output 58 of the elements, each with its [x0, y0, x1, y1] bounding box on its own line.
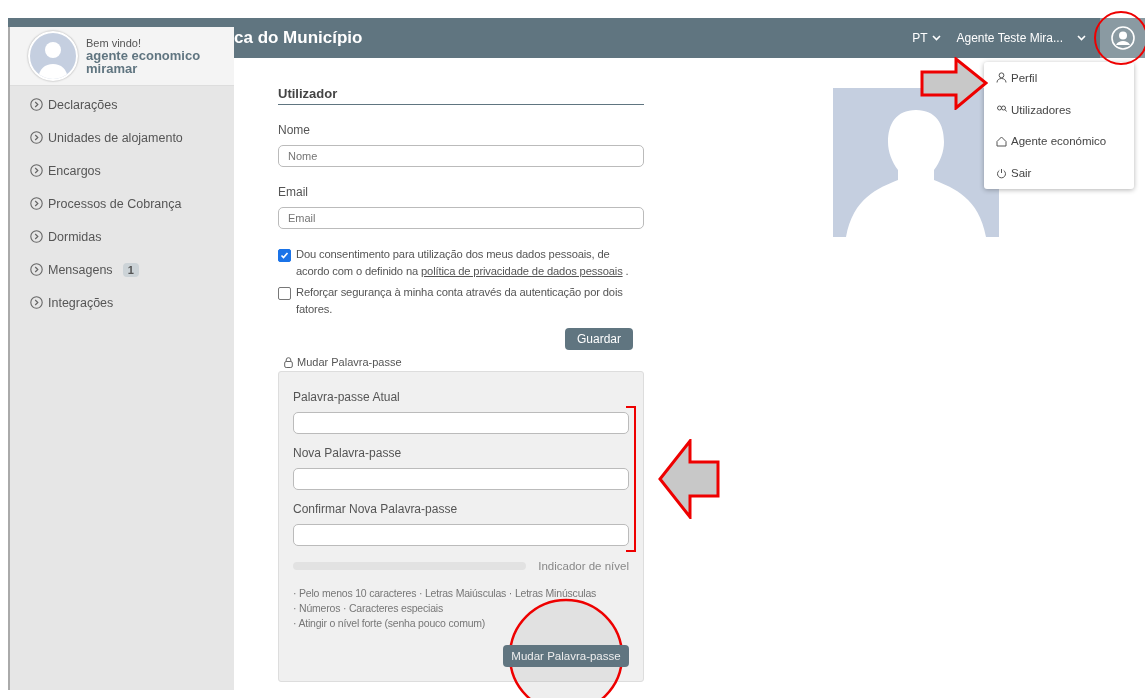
nav-item[interactable]: Encargos: [30, 154, 234, 187]
field-label: Confirmar Nova Palavra-passe: [293, 502, 459, 516]
field-label: Nova Palavra-passe: [293, 446, 403, 460]
password-field[interactable]: [293, 412, 629, 434]
menu-item[interactable]: Perfil: [984, 62, 1134, 94]
strength-label: Indicador de nível: [538, 560, 629, 572]
field-label: Nome: [278, 123, 311, 137]
nav-item[interactable]: Processos de Cobrança: [30, 187, 234, 220]
consent-text: Reforçar segurança à minha conta através da autenticação por dois fatores.: [296, 285, 624, 317]
user-circle-icon: [1110, 26, 1135, 50]
change-password-toggle[interactable]: Mudar Palavra-passe: [297, 356, 402, 368]
field-label: Email: [278, 185, 309, 199]
field-label: Palavra-passe Atual: [293, 390, 401, 404]
count-badge: 1: [122, 262, 139, 277]
chevron-icon: [1077, 35, 1086, 41]
input-field[interactable]: Nome: [278, 145, 644, 167]
chevron-circle-icon: [30, 131, 43, 144]
password-field[interactable]: [293, 468, 629, 490]
power-icon: [996, 167, 1007, 179]
save-button[interactable]: Guardar: [565, 328, 633, 350]
page-title: ca do Município: [234, 28, 363, 48]
nav-item[interactable]: Unidades de alojamento: [30, 121, 234, 154]
checkbox[interactable]: [278, 249, 291, 262]
password-hint: · Pelo menos 10 caracteres · Letras Maiúsculas · Letras Minúsculas: [293, 586, 598, 601]
language-selector[interactable]: PT: [912, 31, 941, 45]
section-title: Utilizador: [278, 86, 644, 105]
privacy-link[interactable]: política de privacidade de dados pessoais: [421, 265, 623, 277]
greeting: Bem vindo!: [86, 37, 143, 49]
nav-item[interactable]: Declarações: [30, 88, 234, 121]
input-field[interactable]: Email: [278, 207, 644, 229]
change-password-button[interactable]: Mudar Palavra-passe: [503, 645, 629, 667]
password-field[interactable]: [293, 524, 629, 546]
password-hint: · Números · Caracteres especiais: [293, 601, 444, 616]
menu-item[interactable]: Utilizadores: [984, 93, 1134, 126]
checkbox[interactable]: [278, 287, 291, 300]
chevron-circle-icon: [30, 197, 43, 210]
user-name: agente economico miramar: [86, 49, 202, 75]
chevron-circle-icon: [30, 296, 43, 309]
consent-text: Dou consentimento para utilização dos meus dados pessoais, de acordo com o definido na política de privacidade de dados pessoais .: [296, 247, 630, 279]
chevron-circle-icon: [30, 98, 43, 111]
nav-item[interactable]: Mensagens 1: [30, 253, 234, 286]
chevron-circle-icon: [30, 164, 43, 177]
house-icon: [996, 135, 1007, 147]
annotation-arrow: [920, 57, 988, 110]
avatar: [28, 31, 78, 81]
password-hint: · Atingir o nível forte (senha pouco comum): [293, 616, 487, 631]
chevron-circle-icon: [30, 230, 43, 243]
chevron-icon: [931, 35, 941, 41]
account-button[interactable]: [1100, 18, 1145, 58]
chevron-circle-icon: [30, 263, 43, 276]
person-icon: [996, 72, 1007, 84]
lock-icon: [284, 356, 293, 368]
user-dropdown[interactable]: Agente Teste Mira...: [956, 31, 1086, 45]
menu-item[interactable]: Agente económico: [984, 125, 1134, 158]
menu-item[interactable]: Sair: [984, 157, 1134, 189]
nav-item[interactable]: Dormidas: [30, 220, 234, 253]
checkmark-icon: [280, 251, 289, 260]
nav-item[interactable]: Integrações: [30, 286, 234, 319]
